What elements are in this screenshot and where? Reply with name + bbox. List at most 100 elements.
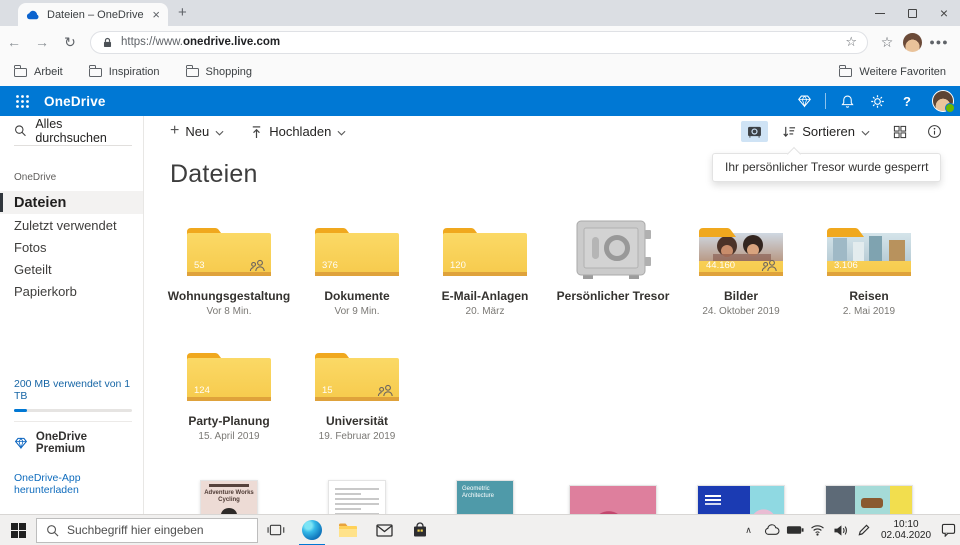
vault-toolbar-button[interactable] [741, 121, 768, 142]
sidebar-item-zuletzt-verwendet[interactable]: Zuletzt verwendet [0, 214, 143, 236]
tab-title: Dateien – OneDrive [47, 9, 145, 21]
folder-tile-persoenlicher-tresor[interactable]: Persönlicher Tresor [549, 220, 677, 317]
sidebar-item-geteilt[interactable]: Geteilt [0, 258, 143, 280]
folder-tile-universitaet[interactable]: 15 Universität 19. Februar 2019 [293, 345, 421, 442]
mail-button[interactable] [366, 515, 402, 545]
url-domain: onedrive.live.com [183, 36, 280, 48]
bookmark-folder-icon [186, 68, 199, 77]
search-input[interactable]: Alles durchsuchen [14, 116, 132, 146]
file-tile-presentation[interactable] [677, 480, 805, 514]
maximize-button[interactable] [896, 0, 928, 26]
task-view-button[interactable] [258, 515, 294, 545]
file-tile-pink-photo[interactable] [549, 480, 677, 514]
settings-gear-icon[interactable] [862, 94, 892, 109]
folder-item-count: 15 [322, 385, 333, 396]
storage-usage-text[interactable]: 200 MB verwendet von 1 TB [14, 378, 132, 402]
add-favorite-icon[interactable]: ☆ [845, 34, 857, 50]
wifi-icon[interactable] [806, 515, 829, 545]
sidebar-item-dateien[interactable]: Dateien [0, 191, 143, 214]
file-tile-geometric-architecture[interactable]: Geometric Architecture [421, 480, 549, 514]
clock-date: 02.04.2020 [875, 530, 937, 541]
sort-button[interactable]: Sortieren [782, 124, 870, 139]
upload-button[interactable]: Hochladen [250, 124, 346, 139]
action-center-button[interactable] [937, 515, 960, 545]
bookmark-inspiration[interactable]: Inspiration [89, 66, 160, 78]
forward-button[interactable]: → [28, 34, 56, 50]
info-button[interactable] [920, 124, 948, 139]
folder-tile-wohnungsgestaltung[interactable]: 53 Wohnungsgestaltung Vor 8 Min. [165, 220, 293, 317]
folder-tile-bilder[interactable]: 44.160 Bilder 24. Oktober 2019 [677, 220, 805, 317]
shared-people-icon [377, 384, 394, 397]
file-tile-adventure-works[interactable]: Adventure Works Cycling [165, 480, 293, 514]
sidebar-item-fotos[interactable]: Fotos [0, 236, 143, 258]
notifications-bell-icon[interactable] [832, 94, 862, 109]
folder-tile-party-planung[interactable]: 124 Party-Planung 15. April 2019 [165, 345, 293, 442]
minimize-button[interactable] [864, 0, 896, 26]
windows-ink-pen-icon[interactable] [852, 515, 875, 545]
plus-icon: + [170, 122, 179, 140]
help-icon[interactable]: ? [892, 94, 922, 109]
microsoft-store-button[interactable] [402, 515, 438, 545]
selection-indicator [0, 193, 3, 212]
premium-link[interactable]: OneDrive Premium [14, 431, 132, 455]
taskbar-clock[interactable]: 10:10 02.04.2020 [875, 519, 937, 541]
more-favorites[interactable]: Weitere Favoriten [839, 66, 946, 78]
premium-diamond-icon[interactable] [789, 94, 819, 108]
app-launcher-icon[interactable] [0, 94, 44, 109]
address-bar[interactable]: https://www.onedrive.live.com ☆ [90, 31, 868, 54]
folder-tile-dokumente[interactable]: 376 Dokumente Vor 9 Min. [293, 220, 421, 317]
vault-safe-icon [567, 220, 659, 280]
lock-icon [101, 36, 114, 49]
folder-icon: 15 [311, 345, 403, 405]
onedrive-cloud-icon [26, 10, 40, 20]
folder-grid-row-2: 124 Party-Planung 15. April 2019 15 Univ… [165, 345, 421, 442]
store-bag-icon [412, 522, 428, 538]
folder-name: Wohnungsgestaltung [165, 289, 293, 303]
folder-tile-reisen[interactable]: 3.106 Reisen 2. Mai 2019 [805, 220, 933, 317]
onedrive-tray-icon[interactable] [760, 515, 783, 545]
close-button[interactable]: × [928, 0, 960, 26]
app-download-link[interactable]: OneDrive-App herunterladen [14, 472, 132, 496]
folder-date: 24. Oktober 2019 [677, 306, 805, 317]
folder-name: Universität [293, 414, 421, 428]
folder-item-count: 53 [194, 260, 205, 271]
bookmark-folder-icon [14, 68, 27, 77]
taskbar-search-input[interactable]: Suchbegriff hier eingeben [36, 518, 258, 543]
bookmark-arbeit[interactable]: Arbeit [14, 66, 63, 78]
browser-tab[interactable]: Dateien – OneDrive × [18, 3, 168, 26]
file-explorer-button[interactable] [330, 515, 366, 545]
folder-tile-email-anlagen[interactable]: 120 E-Mail-Anlagen 20. März [421, 220, 549, 317]
bookmark-label: Arbeit [34, 66, 63, 78]
browser-profile-avatar[interactable] [903, 33, 922, 52]
view-grid-button[interactable] [886, 125, 914, 139]
tab-close-icon[interactable]: × [152, 8, 160, 21]
battery-icon[interactable] [783, 515, 806, 545]
folder-date: 20. März [421, 306, 549, 317]
sidebar-item-papierkorb[interactable]: Papierkorb [0, 280, 143, 302]
browser-menu-icon[interactable]: ●●● [927, 37, 951, 47]
folder-item-count: 120 [450, 260, 466, 271]
sidebar: Alles durchsuchen OneDrive Dateien Zulet… [0, 116, 144, 514]
onedrive-wordmark[interactable]: OneDrive [44, 94, 106, 109]
file-tile-document[interactable] [293, 480, 421, 514]
sidebar-item-label: Papierkorb [14, 284, 77, 299]
new-tab-button[interactable]: + [178, 4, 187, 21]
back-button[interactable]: ← [0, 34, 28, 50]
new-button[interactable]: + Neu [170, 123, 224, 140]
sidebar-section-label: OneDrive [14, 172, 143, 183]
start-button[interactable] [0, 515, 36, 545]
account-avatar[interactable] [932, 90, 954, 112]
reload-button[interactable]: ↻ [56, 34, 84, 51]
favorites-hub-icon[interactable]: ☆ [876, 34, 898, 51]
photo-folder-icon: 44.160 [695, 220, 787, 280]
bookmarks-bar: Arbeit Inspiration Shopping Weitere Favo… [0, 58, 960, 86]
edge-taskbar-button[interactable] [294, 515, 330, 545]
volume-icon[interactable] [829, 515, 852, 545]
url-text: https://www.onedrive.live.com [121, 36, 280, 48]
file-grid-row: Adventure Works Cycling Geometric Archit… [165, 480, 933, 514]
file-tile-cat-photo[interactable] [805, 480, 933, 514]
bookmark-shopping[interactable]: Shopping [186, 66, 253, 78]
browser-toolbar: ← → ↻ https://www.onedrive.live.com ☆ ☆ … [0, 26, 960, 58]
sidebar-item-label: Zuletzt verwendet [14, 218, 117, 233]
tray-expand-icon[interactable]: ∧ [737, 515, 760, 545]
